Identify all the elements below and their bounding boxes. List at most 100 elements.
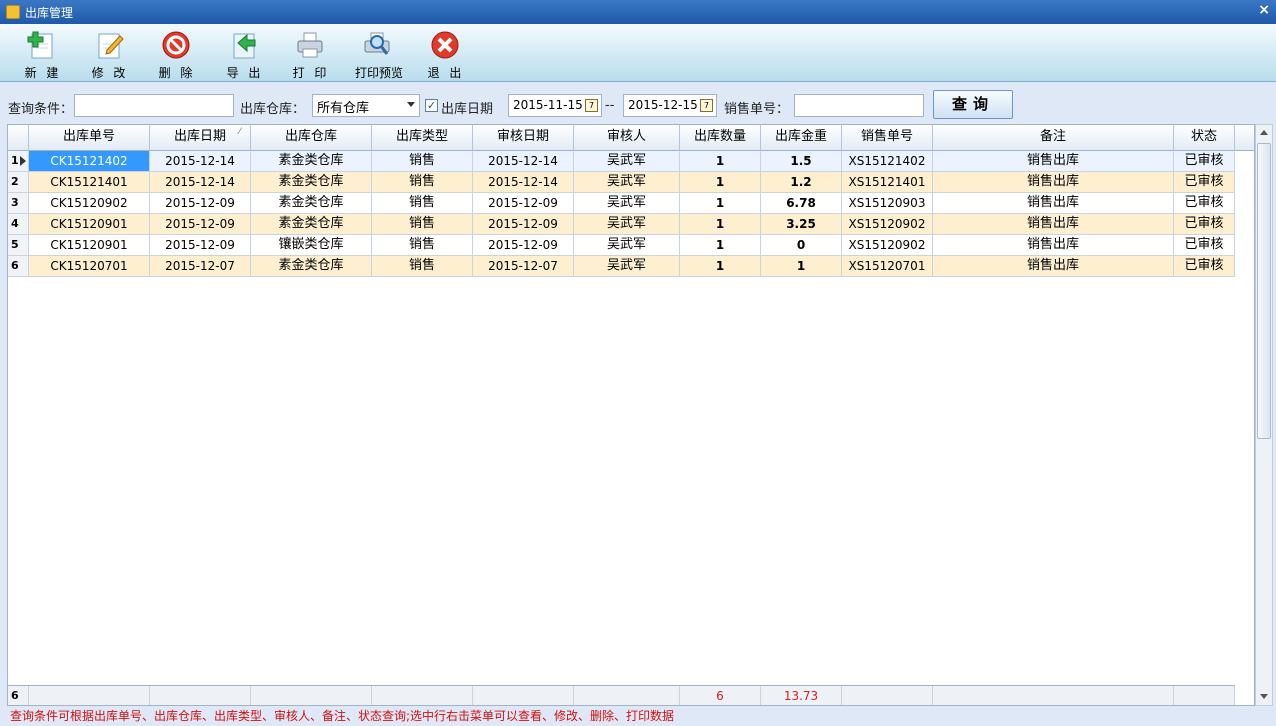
- table-cell[interactable]: CK15121402: [29, 151, 150, 171]
- table-cell[interactable]: 2015-12-09: [473, 193, 574, 213]
- close-icon[interactable]: ×: [1258, 2, 1270, 18]
- table-cell[interactable]: 吴武军: [574, 172, 680, 192]
- table-cell[interactable]: 素金类仓库: [251, 151, 372, 171]
- sales-no-input[interactable]: [794, 94, 924, 117]
- date-to-field[interactable]: 2015-12-15 7: [623, 94, 717, 117]
- scroll-down-icon[interactable]: [1256, 689, 1272, 705]
- new-button[interactable]: 新 建: [13, 28, 73, 80]
- table-row[interactable]: 6 CK15120701 2015-12-07 素金类仓库 销售 2015-12-07 吴武…: [8, 256, 1235, 277]
- table-cell[interactable]: 2015-12-09: [473, 235, 574, 255]
- table-cell[interactable]: 0: [761, 235, 842, 255]
- table-cell[interactable]: 1.5: [761, 151, 842, 171]
- table-cell[interactable]: 2015-12-09: [150, 235, 251, 255]
- table-cell[interactable]: XS15121401: [842, 172, 933, 192]
- column-header[interactable]: 状态: [1174, 125, 1235, 151]
- table-cell[interactable]: 素金类仓库: [251, 172, 372, 192]
- table-cell[interactable]: 销售出库: [933, 172, 1174, 192]
- table-cell[interactable]: 销售: [372, 235, 473, 255]
- table-cell[interactable]: 吴武军: [574, 256, 680, 276]
- edit-button[interactable]: 修 改: [80, 28, 140, 80]
- table-cell[interactable]: 已审核: [1174, 172, 1235, 192]
- table-cell[interactable]: 3.25: [761, 214, 842, 234]
- query-input[interactable]: [74, 94, 234, 117]
- table-cell[interactable]: 1: [680, 193, 761, 213]
- table-cell[interactable]: XS15120902: [842, 214, 933, 234]
- table-cell[interactable]: 销售出库: [933, 151, 1174, 171]
- table-cell[interactable]: 已审核: [1174, 193, 1235, 213]
- calendar-icon[interactable]: 7: [700, 99, 713, 112]
- table-cell[interactable]: 吴武军: [574, 214, 680, 234]
- table-cell[interactable]: 吴武军: [574, 235, 680, 255]
- table-cell[interactable]: 2015-12-14: [473, 151, 574, 171]
- query-button[interactable]: 查询: [933, 90, 1013, 119]
- column-header[interactable]: 出库数量: [680, 125, 761, 151]
- scroll-up-icon[interactable]: [1256, 125, 1272, 141]
- column-header[interactable]: 出库日期: [150, 125, 251, 151]
- table-cell[interactable]: 销售出库: [933, 193, 1174, 213]
- table-row[interactable]: 1 CK15121402 2015-12-14 素金类仓库 销售 2015-12-14 吴武…: [8, 151, 1235, 172]
- table-cell[interactable]: CK15121401: [29, 172, 150, 192]
- date-checkbox[interactable]: ✓: [425, 99, 438, 112]
- column-header[interactable]: 审核人: [574, 125, 680, 151]
- column-header[interactable]: 销售单号: [842, 125, 933, 151]
- exit-button[interactable]: 退 出: [416, 28, 476, 80]
- table-cell[interactable]: CK15120701: [29, 256, 150, 276]
- table-cell[interactable]: 已审核: [1174, 214, 1235, 234]
- table-cell[interactable]: 素金类仓库: [251, 214, 372, 234]
- table-cell[interactable]: 销售出库: [933, 256, 1174, 276]
- table-row[interactable]: 5 CK15120901 2015-12-09 镶嵌类仓库 销售 2015-12-09 吴武…: [8, 235, 1235, 256]
- table-cell[interactable]: 销售: [372, 151, 473, 171]
- table-cell[interactable]: 吴武军: [574, 151, 680, 171]
- table-cell[interactable]: 已审核: [1174, 256, 1235, 276]
- table-cell[interactable]: 2015-12-14: [150, 151, 251, 171]
- table-cell[interactable]: XS15120903: [842, 193, 933, 213]
- table-cell[interactable]: 1.2: [761, 172, 842, 192]
- vertical-scrollbar[interactable]: [1255, 124, 1273, 706]
- print-preview-button[interactable]: 打印预览: [348, 28, 410, 80]
- table-cell[interactable]: 2015-12-07: [473, 256, 574, 276]
- warehouse-select[interactable]: 所有仓库: [312, 94, 420, 117]
- table-cell[interactable]: 销售: [372, 193, 473, 213]
- table-row[interactable]: 2 CK15121401 2015-12-14 素金类仓库 销售 2015-12-14 吴武…: [8, 172, 1235, 193]
- table-cell[interactable]: XS15120701: [842, 256, 933, 276]
- export-button[interactable]: 导 出: [215, 28, 275, 80]
- table-cell[interactable]: 素金类仓库: [251, 193, 372, 213]
- column-header[interactable]: 出库金重: [761, 125, 842, 151]
- table-cell[interactable]: CK15120901: [29, 214, 150, 234]
- table-cell[interactable]: 2015-12-09: [150, 214, 251, 234]
- table-cell[interactable]: 2015-12-09: [473, 214, 574, 234]
- table-cell[interactable]: 2015-12-14: [473, 172, 574, 192]
- table-cell[interactable]: 1: [680, 172, 761, 192]
- table-cell[interactable]: CK15120901: [29, 235, 150, 255]
- table-cell[interactable]: 销售出库: [933, 235, 1174, 255]
- table-cell[interactable]: 1: [680, 151, 761, 171]
- table-cell[interactable]: XS15121402: [842, 151, 933, 171]
- print-button[interactable]: 打 印: [281, 28, 341, 80]
- table-cell[interactable]: 镶嵌类仓库: [251, 235, 372, 255]
- table-cell[interactable]: 1: [761, 256, 842, 276]
- table-cell[interactable]: 已审核: [1174, 151, 1235, 171]
- table-cell[interactable]: 吴武军: [574, 193, 680, 213]
- column-header[interactable]: 审核日期: [473, 125, 574, 151]
- table-cell[interactable]: 素金类仓库: [251, 256, 372, 276]
- table-cell[interactable]: 1: [680, 214, 761, 234]
- calendar-icon[interactable]: 7: [585, 99, 598, 112]
- table-cell[interactable]: XS15120902: [842, 235, 933, 255]
- table-cell[interactable]: 已审核: [1174, 235, 1235, 255]
- table-row[interactable]: 3 CK15120902 2015-12-09 素金类仓库 销售 2015-12-09 吴武…: [8, 193, 1235, 214]
- delete-button[interactable]: 删 除: [147, 28, 207, 80]
- table-cell[interactable]: 2015-12-07: [150, 256, 251, 276]
- table-cell[interactable]: 1: [680, 256, 761, 276]
- column-header[interactable]: 备注: [933, 125, 1174, 151]
- table-cell[interactable]: 2015-12-14: [150, 172, 251, 192]
- table-cell[interactable]: 销售: [372, 214, 473, 234]
- table-row[interactable]: 4 CK15120901 2015-12-09 素金类仓库 销售 2015-12-09 吴武…: [8, 214, 1235, 235]
- table-cell[interactable]: 6.78: [761, 193, 842, 213]
- table-cell[interactable]: 销售出库: [933, 214, 1174, 234]
- table-cell[interactable]: 销售: [372, 256, 473, 276]
- column-header[interactable]: 出库单号: [29, 125, 150, 151]
- table-cell[interactable]: 销售: [372, 172, 473, 192]
- table-cell[interactable]: 1: [680, 235, 761, 255]
- date-from-field[interactable]: 2015-11-15 7: [508, 94, 602, 117]
- column-header[interactable]: 出库仓库: [251, 125, 372, 151]
